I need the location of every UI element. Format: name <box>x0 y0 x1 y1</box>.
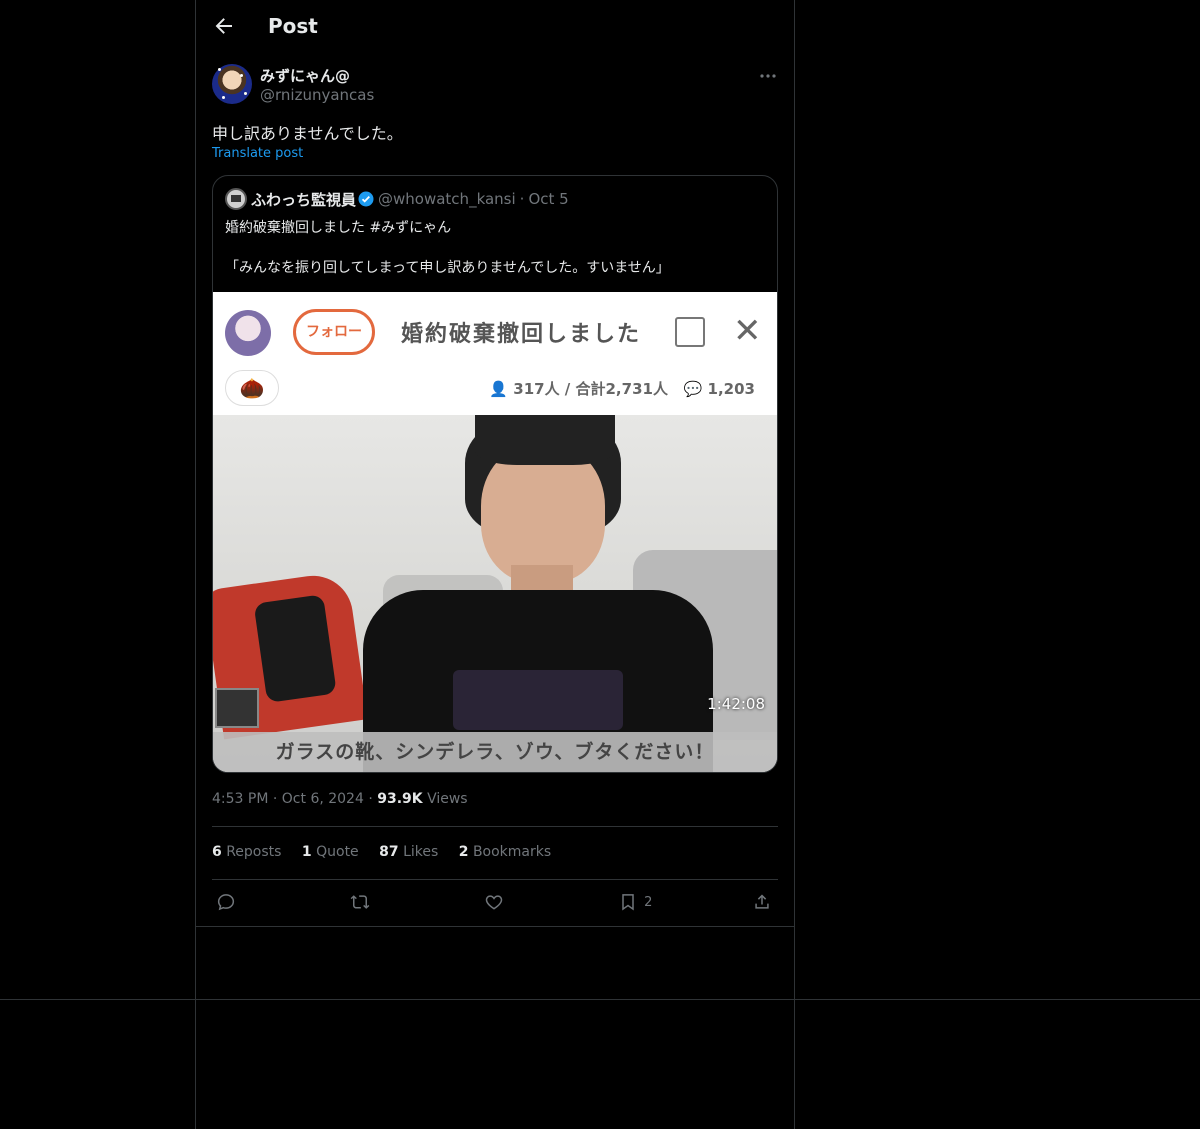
divider <box>196 926 794 927</box>
engagement-stats: 6 Reposts 1 Quote 87 Likes 2 Bookmarks <box>212 844 567 860</box>
quote-author-name: ふわっち監視員 <box>251 190 357 209</box>
share-icon <box>755 894 769 909</box>
quotes-stat[interactable]: 1 Quote <box>302 844 359 860</box>
gift-icon: 🌰 <box>225 370 279 406</box>
author-name[interactable]: みずにゃん@ <box>260 65 350 86</box>
bookmarks-stat[interactable]: 2 Bookmarks <box>459 844 551 860</box>
avatar[interactable] <box>212 64 252 104</box>
quote-avatar <box>225 188 247 210</box>
stream-overlay-bar: フォロー 婚約破棄撤回しました ✕ 🌰 👤 317人 / 合計2,731人 💬 … <box>213 292 777 415</box>
more-icon <box>760 74 776 78</box>
page-header: Post <box>196 0 794 53</box>
quote-date: Oct 5 <box>528 190 569 208</box>
views-count: 93.9K <box>377 791 423 807</box>
follow-badge: フォロー <box>293 309 375 355</box>
bookmark-icon <box>622 894 634 911</box>
back-button[interactable] <box>212 14 236 38</box>
comment-icon: 💬 <box>683 380 703 398</box>
repost-button[interactable] <box>350 892 370 916</box>
stream-stats: 👤 317人 / 合計2,731人 💬 1,203 <box>489 378 755 399</box>
page-title: Post <box>268 14 318 38</box>
shrink-icon <box>675 317 705 347</box>
reposts-stat[interactable]: 6 Reposts <box>212 844 281 860</box>
quote-media-image[interactable]: フォロー 婚約破棄撤回しました ✕ 🌰 👤 317人 / 合計2,731人 💬 … <box>213 292 777 772</box>
quote-author-handle: @whowatch_kansi <box>378 190 516 208</box>
comment-count: 1,203 <box>707 380 755 398</box>
post-text: 申し訳ありませんでした。 <box>212 124 403 143</box>
verified-badge-icon <box>358 191 374 207</box>
quote-text-line2: 「みんなを振り回してしまって申し訳ありませんでした。すいません」 <box>225 260 670 276</box>
close-icon: ✕ <box>733 311 762 351</box>
reply-icon <box>217 894 235 911</box>
reposts-label: Reposts <box>226 844 282 860</box>
divider <box>212 826 778 827</box>
video-caption: ガラスの靴、シンデレラ、ゾウ、ブタください！ <box>213 732 777 772</box>
likes-label: Likes <box>403 844 439 860</box>
author-handle[interactable]: @rnizunyancas <box>260 86 374 104</box>
video-frame: 1:42:08 <box>213 415 777 772</box>
separator-dot: · <box>272 791 282 807</box>
quotes-label: Quote <box>316 844 359 860</box>
bookmark-button[interactable]: 2 <box>618 892 652 916</box>
more-button[interactable] <box>758 66 778 86</box>
heart-icon <box>485 895 503 910</box>
viewer-icon: 👤 <box>489 380 509 398</box>
views-label: Views <box>427 791 468 807</box>
reposts-count: 6 <box>212 844 222 860</box>
post-author: みずにゃん@ @rnizunyancas <box>212 64 778 108</box>
post-date[interactable]: Oct 6, 2024 <box>282 791 364 807</box>
back-arrow-icon <box>215 18 232 34</box>
viewer-count: 317人 / 合計2,731人 <box>513 380 668 398</box>
like-button[interactable] <box>484 892 504 916</box>
reply-button[interactable] <box>216 892 236 916</box>
repost-icon <box>350 895 370 909</box>
post-meta: 4:53 PM · Oct 6, 2024 · 93.9K Views <box>212 791 468 807</box>
primary-column: Post みずにゃん@ @rnizunyancas 申し訳ありませんでした。 T… <box>195 0 795 1129</box>
stream-title: 婚約破棄撤回しました <box>401 322 642 347</box>
share-button[interactable] <box>752 892 772 916</box>
translate-post-link[interactable]: Translate post <box>212 146 303 161</box>
shirt-print-shape <box>453 670 623 730</box>
divider <box>0 999 1200 1000</box>
separator-dot: · <box>368 791 378 807</box>
streamer-avatar <box>225 310 271 356</box>
quoted-post[interactable]: ふわっち監視員 @whowatch_kansi · Oct 5 婚約破棄撤回しました … <box>212 175 778 773</box>
quote-text-line1: 婚約破棄撤回しました #みずにゃん <box>225 220 452 236</box>
bookmark-count: 2 <box>644 894 653 910</box>
channel-logo <box>215 688 259 728</box>
quote-header: ふわっち監視員 @whowatch_kansi · Oct 5 <box>225 188 569 210</box>
post-time[interactable]: 4:53 PM <box>212 791 268 807</box>
separator-dot: · <box>519 190 525 208</box>
person-bangs-shape <box>475 415 615 465</box>
likes-count: 87 <box>379 844 399 860</box>
bookmarks-label: Bookmarks <box>472 844 552 860</box>
video-duration: 1:42:08 <box>707 695 765 713</box>
bookmarks-count: 2 <box>458 844 469 860</box>
action-bar: 2 <box>212 892 778 916</box>
quotes-count: 1 <box>301 844 312 860</box>
likes-stat[interactable]: 87 Likes <box>379 844 438 860</box>
divider <box>212 879 778 880</box>
